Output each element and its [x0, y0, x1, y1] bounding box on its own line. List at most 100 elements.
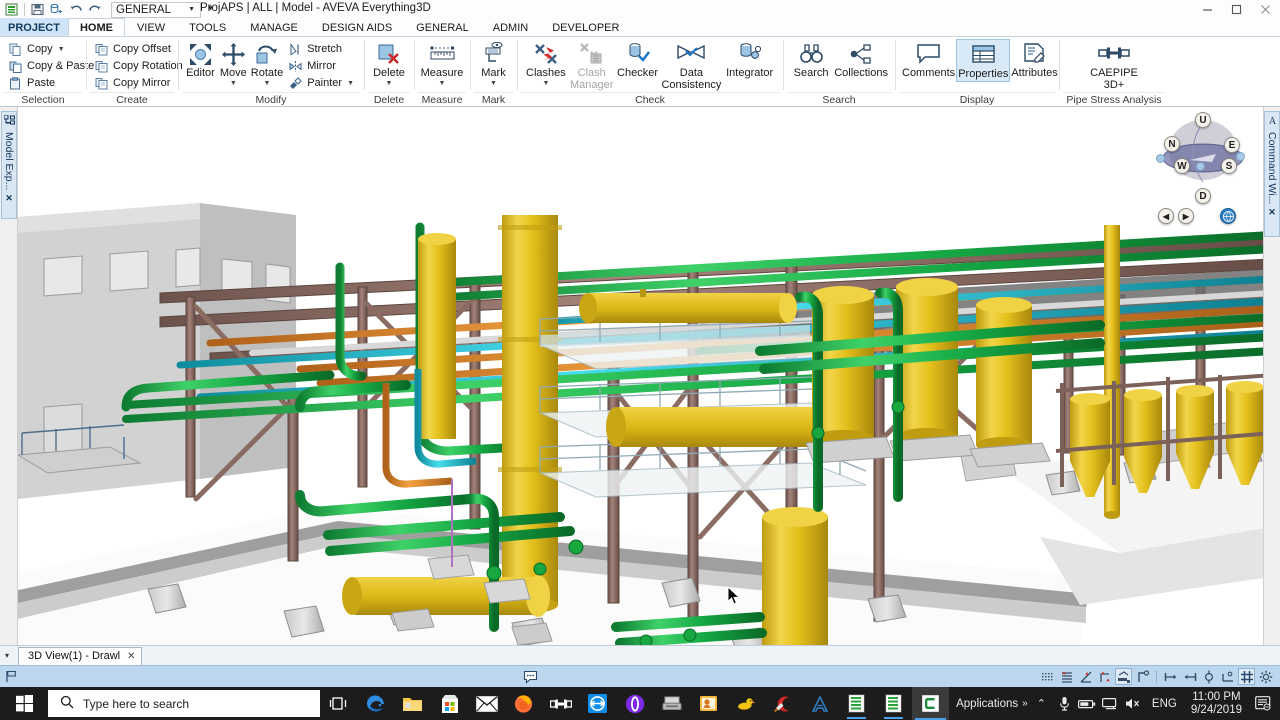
- integrator-button[interactable]: Integrator: [722, 39, 777, 80]
- model-explorer-tab[interactable]: Model Exp... ✕: [1, 111, 17, 219]
- search-button[interactable]: Search: [789, 39, 833, 80]
- show-hidden-icons-chevron[interactable]: ⌃: [1030, 697, 1053, 710]
- chevron-down-icon[interactable]: ▼: [347, 80, 354, 87]
- attributes-button[interactable]: Attributes: [1010, 39, 1058, 80]
- pick-element-icon[interactable]: [1115, 668, 1132, 685]
- redo-icon[interactable]: [86, 1, 103, 18]
- snap-angle-icon[interactable]: [1077, 668, 1094, 685]
- chevron-down-icon[interactable]: ▼: [230, 80, 237, 87]
- ccleaner-icon[interactable]: [764, 687, 801, 720]
- navcube-rotate-right-icon[interactable]: ▶: [1178, 208, 1194, 224]
- navcube-label-west[interactable]: W: [1174, 158, 1190, 174]
- clock[interactable]: 11:00 PM 9/24/2019: [1184, 691, 1249, 717]
- centre-snap-icon[interactable]: [1200, 668, 1217, 685]
- distance-left-icon[interactable]: [1162, 668, 1179, 685]
- pipe-tool-icon[interactable]: [542, 687, 579, 720]
- mirror-button[interactable]: Mirror: [286, 58, 358, 74]
- editor-green-icon[interactable]: [838, 687, 875, 720]
- navcube-label-east[interactable]: E: [1224, 137, 1240, 153]
- save-work-icon[interactable]: [48, 1, 65, 18]
- chevron-down-icon[interactable]: ▼: [439, 80, 446, 87]
- tab-general[interactable]: GENERAL: [404, 18, 481, 36]
- volume-mute-icon[interactable]: [1122, 687, 1145, 720]
- firefox-icon[interactable]: [505, 687, 542, 720]
- teamviewer-icon[interactable]: [579, 687, 616, 720]
- 3d-viewport[interactable]: Model Exp... ✕ A Command Wi... ✕ U N E W…: [0, 107, 1280, 645]
- chevron-down-icon[interactable]: ▼: [490, 80, 497, 87]
- editor-button[interactable]: Editor: [184, 39, 217, 80]
- tab-list-dropdown-icon[interactable]: ▾: [0, 651, 14, 660]
- comments-button[interactable]: Comments: [901, 39, 956, 80]
- navcube-label-down[interactable]: D: [1195, 188, 1211, 204]
- clashes-button[interactable]: Clashes ▼: [523, 39, 569, 87]
- file-explorer-icon[interactable]: [394, 687, 431, 720]
- delete-button[interactable]: Delete ▼: [370, 39, 408, 87]
- clash-manager-button[interactable]: Clash Manager: [569, 39, 615, 91]
- close-icon[interactable]: ✕: [127, 651, 135, 662]
- view-navigation-cube[interactable]: U N E W S D ◀ ▶: [1148, 110, 1258, 225]
- doc-tab-3d-view[interactable]: 3D View(1) - Drawl ✕: [18, 646, 143, 665]
- tab-view[interactable]: VIEW: [125, 18, 177, 36]
- minimize-button[interactable]: [1193, 0, 1222, 19]
- chevron-down-icon[interactable]: ▼: [264, 80, 271, 87]
- tab-admin[interactable]: ADMIN: [481, 18, 540, 36]
- grid-dots-icon[interactable]: [1039, 668, 1056, 685]
- taskbar-search-box[interactable]: Type here to search: [48, 690, 320, 717]
- navcube-dot-center[interactable]: [1196, 162, 1205, 171]
- tab-project[interactable]: PROJECT: [0, 18, 68, 36]
- language-indicator[interactable]: ENG: [1145, 698, 1184, 710]
- battery-icon[interactable]: [1076, 687, 1099, 720]
- applications-overflow-icon[interactable]: »: [1020, 698, 1030, 709]
- navcube-dot-ne[interactable]: [1236, 152, 1245, 161]
- flag-icon[interactable]: [0, 670, 22, 683]
- close-button[interactable]: [1251, 0, 1280, 19]
- pick-point-icon[interactable]: [1134, 668, 1151, 685]
- painter-button[interactable]: Painter ▼: [286, 75, 358, 91]
- data-consistency-button[interactable]: Data Consistency: [660, 39, 722, 91]
- navcube-label-south[interactable]: S: [1221, 158, 1237, 174]
- move-button[interactable]: Move ▼: [217, 39, 250, 87]
- action-center-icon[interactable]: [1249, 687, 1276, 720]
- opera-icon[interactable]: [616, 687, 653, 720]
- tab-home[interactable]: HOME: [67, 18, 125, 36]
- checker-button[interactable]: Checker: [615, 39, 661, 80]
- comment-balloon-icon[interactable]: [522, 668, 539, 685]
- tab-manage[interactable]: MANAGE: [238, 18, 310, 36]
- microsoft-store-icon[interactable]: [431, 687, 468, 720]
- copy-mirror-button[interactable]: Copy Mirror: [92, 75, 187, 91]
- applications-label[interactable]: Applications: [954, 698, 1020, 710]
- snap-rotate-icon[interactable]: [1096, 668, 1113, 685]
- mark-button[interactable]: Mark ▼: [476, 39, 511, 87]
- copy-offset-button[interactable]: Copy Offset: [92, 41, 187, 57]
- contacts-icon[interactable]: [690, 687, 727, 720]
- paste-button[interactable]: Paste: [6, 75, 98, 91]
- properties-button[interactable]: Properties: [956, 39, 1011, 82]
- chevron-down-icon[interactable]: ▼: [386, 80, 393, 87]
- rotate-button[interactable]: Rotate ▼: [250, 39, 284, 87]
- collections-button[interactable]: Collections: [833, 39, 889, 80]
- distance-right-icon[interactable]: [1181, 668, 1198, 685]
- copy-button[interactable]: Copy ▼: [6, 41, 98, 57]
- navcube-dot-nw[interactable]: [1156, 154, 1165, 163]
- undo-icon[interactable]: [67, 1, 84, 18]
- tab-developer[interactable]: DEVELOPER: [540, 18, 631, 36]
- command-window-tab[interactable]: A Command Wi... ✕: [1264, 111, 1280, 237]
- module-combo[interactable]: GENERAL ▼: [111, 1, 201, 18]
- navcube-label-north[interactable]: N: [1164, 136, 1180, 152]
- grid-snap-icon[interactable]: [1238, 668, 1255, 685]
- navcube-rotate-left-icon[interactable]: ◀: [1158, 208, 1174, 224]
- copy-paste-button[interactable]: Copy & Paste: [6, 58, 98, 74]
- stretch-button[interactable]: Stretch: [286, 41, 358, 57]
- edge-browser-icon[interactable]: [357, 687, 394, 720]
- scanner-icon[interactable]: [653, 687, 690, 720]
- network-icon[interactable]: [1099, 687, 1122, 720]
- save-icon[interactable]: [29, 1, 46, 18]
- snap-grid-icon[interactable]: [1058, 668, 1075, 685]
- chevron-down-icon[interactable]: ▼: [542, 80, 549, 87]
- chevron-down-icon[interactable]: ▼: [58, 46, 65, 53]
- navcube-label-up[interactable]: U: [1195, 112, 1211, 128]
- settings-gear-icon[interactable]: [1257, 668, 1274, 685]
- autocad-icon[interactable]: [801, 687, 838, 720]
- task-view-icon[interactable]: [320, 687, 357, 720]
- globe-icon[interactable]: [1220, 208, 1236, 224]
